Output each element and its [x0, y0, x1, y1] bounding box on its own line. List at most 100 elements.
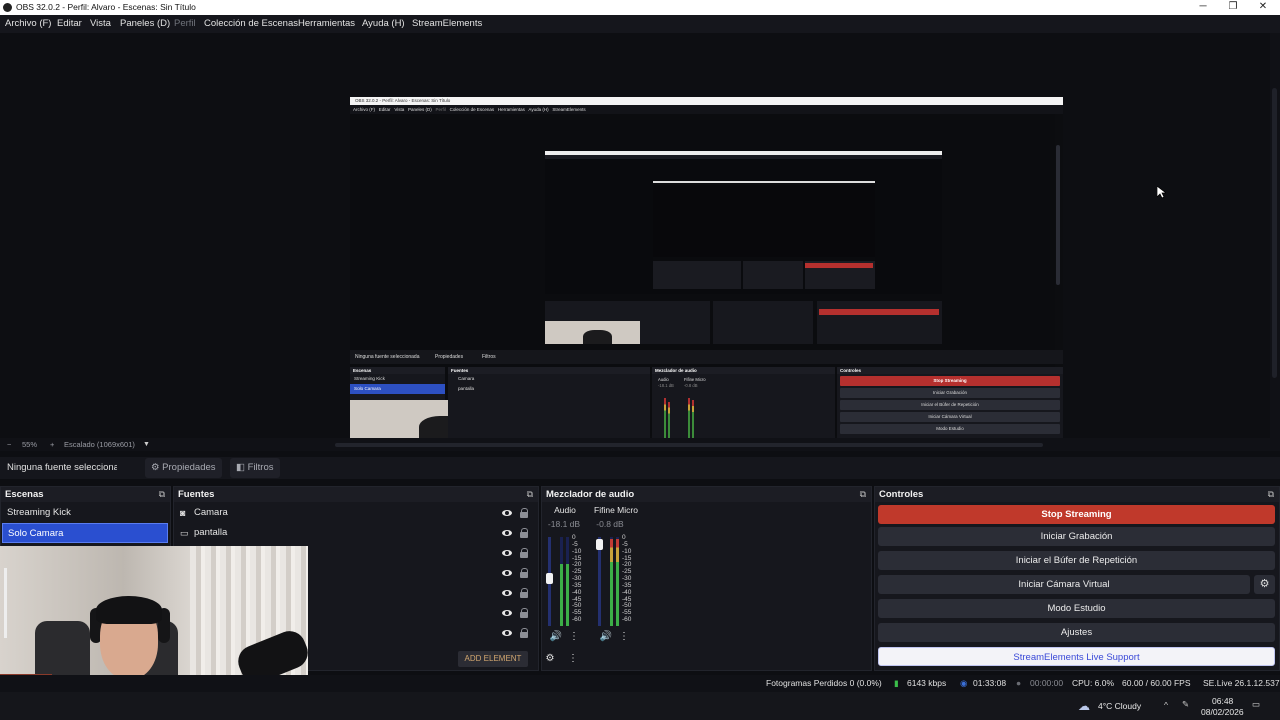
notification-icon[interactable]: ▭ [1252, 699, 1260, 710]
volume-fader-audio[interactable] [546, 573, 553, 584]
undock-icon[interactable]: ⧉ [159, 487, 165, 502]
studio-mode-button[interactable]: Modo Estudio [878, 599, 1275, 618]
menu-ayuda[interactable]: Ayuda (H) [362, 15, 405, 33]
capture-mixer-dock: Mezclador de audio Audio Fifine Micro -1… [652, 367, 835, 439]
capture-controls-dock: Controles Stop Streaming Iniciar Grabaci… [837, 367, 1063, 439]
channel-db-audio: -18.1 dB [547, 519, 581, 529]
level2-camera [545, 321, 640, 344]
channel-menu-icon[interactable]: ⋮ [616, 630, 632, 644]
capture-scene-item: Solo Camara [350, 384, 445, 394]
capture-source-item: Camara [458, 376, 475, 381]
source-item-pantalla[interactable]: ▭ pantalla [176, 523, 536, 543]
menu-archivo[interactable]: Archivo (F) [5, 15, 51, 33]
menu-vista[interactable]: Vista [90, 15, 111, 33]
visibility-eye-icon[interactable] [502, 608, 512, 618]
preview-horizontal-scrollbar[interactable] [335, 443, 1043, 447]
camera-icon: ◙ [180, 508, 186, 518]
lock-icon[interactable] [520, 508, 530, 518]
virtual-camera-settings-gear-icon[interactable]: ⚙ [1254, 575, 1275, 594]
undock-icon[interactable]: ⧉ [527, 487, 533, 502]
volume-slider-fifine[interactable] [598, 537, 601, 626]
weather-label[interactable]: 4°C Cloudy [1098, 701, 1141, 711]
level3-preview [653, 185, 875, 257]
lock-icon[interactable] [520, 588, 530, 598]
visibility-eye-icon[interactable] [502, 588, 512, 598]
controls-dock-title: Controles [879, 489, 924, 500]
clock-date[interactable]: 08/02/2026 [1201, 707, 1244, 717]
close-button[interactable]: ✕ [1248, 0, 1278, 15]
visibility-eye-icon[interactable] [502, 628, 512, 638]
capture-control-button: Stop Streaming [840, 376, 1060, 386]
scene-item-streaming-kick[interactable]: Streaming Kick [2, 503, 168, 523]
visibility-eye-icon[interactable] [502, 548, 512, 558]
lock-icon[interactable] [520, 548, 530, 558]
settings-button[interactable]: Ajustes [878, 623, 1275, 642]
level-meter-fill [566, 564, 569, 626]
tray-chevron-icon[interactable]: ^ [1164, 700, 1168, 710]
source-toolbar: Ninguna fuente seleccionada ⚙ Propiedade… [0, 457, 1280, 479]
scale-mode-dropdown-icon[interactable]: ▼ [143, 438, 150, 451]
lock-icon[interactable] [520, 608, 530, 618]
streamelements-support-button[interactable]: StreamElements Live Support [878, 647, 1275, 666]
capture-source-item: pantalla [458, 386, 475, 391]
mute-speaker-icon[interactable]: 🔊 [548, 630, 564, 644]
zoom-in-button[interactable]: + [50, 438, 54, 451]
zoom-out-button[interactable]: − [7, 438, 11, 451]
se-version: SE.Live 26.1.12.537 [1203, 678, 1280, 688]
volume-fader-fifine[interactable] [596, 539, 603, 550]
menu-perfil[interactable]: Perfil [174, 15, 196, 33]
maximize-button[interactable]: ❐ [1218, 0, 1248, 15]
mixer-dock-title: Mezclador de audio [546, 489, 635, 500]
mixer-settings-gear-icon[interactable]: ⚙ [542, 652, 558, 666]
level-meter-fifine-right [616, 537, 619, 626]
capture-dock-title: Escenas [350, 367, 445, 374]
status-bar: Fotogramas Perdidos 0 (0.0%) ▮ 6143 kbps… [0, 675, 1280, 692]
add-element-button[interactable]: ADD ELEMENT [458, 651, 528, 667]
mute-speaker-icon[interactable]: 🔊 [598, 630, 614, 644]
replay-buffer-button[interactable]: Iniciar el Búfer de Repetición [878, 551, 1275, 570]
menu-herramientas[interactable]: Herramientas [298, 15, 355, 33]
stop-streaming-button[interactable]: Stop Streaming [878, 505, 1275, 524]
menu-editar[interactable]: Editar [57, 15, 82, 33]
capture-sources-dock: Fuentes Camara pantalla [448, 367, 650, 439]
capture-dock-title: Mezclador de audio [652, 367, 835, 374]
window-title: OBS 32.0.2 - Perfil: Alvaro - Escenas: S… [16, 2, 196, 12]
cpu-usage: CPU: 6.0% [1072, 678, 1115, 688]
channel-menu-icon[interactable]: ⋮ [566, 630, 582, 644]
db-scale-tick: -60 [622, 616, 632, 624]
scene-item-solo-camara[interactable]: Solo Camara [2, 523, 168, 543]
visibility-eye-icon[interactable] [502, 508, 512, 518]
visibility-eye-icon[interactable] [502, 568, 512, 578]
preview-vertical-scrollbar[interactable] [1270, 33, 1280, 438]
lock-icon[interactable] [520, 528, 530, 538]
virtual-camera-button[interactable]: Iniciar Cámara Virtual [878, 575, 1250, 594]
capture-dock-title: Controles [837, 367, 1063, 374]
undock-icon[interactable]: ⧉ [860, 487, 866, 502]
clock-time[interactable]: 06:48 [1212, 696, 1233, 706]
start-recording-button[interactable]: Iniciar Grabación [878, 527, 1275, 546]
properties-label: Propiedades [162, 462, 216, 473]
lock-icon[interactable] [520, 628, 530, 638]
channel-name-fifine: Fifine Micro [594, 505, 638, 515]
filter-icon: ◧ [236, 462, 245, 473]
filters-button[interactable]: ◧ Filtros [230, 458, 280, 478]
scrollbar-thumb[interactable] [1272, 88, 1277, 378]
minimize-button[interactable]: ─ [1188, 0, 1218, 15]
source-item-camara[interactable]: ◙ Camara [176, 503, 536, 523]
visibility-eye-icon[interactable] [502, 528, 512, 538]
menu-streamelements[interactable]: StreamElements [412, 15, 482, 33]
level-meter-fill [610, 539, 613, 626]
properties-button[interactable]: ⚙ Propiedades [145, 458, 222, 478]
mixer-menu-icon[interactable]: ⋮ [565, 652, 581, 666]
level-meter-fifine-left [610, 537, 613, 626]
undock-icon[interactable]: ⧉ [1268, 487, 1274, 502]
filters-label: Filtros [247, 462, 274, 473]
zoom-level: 55% [22, 440, 38, 449]
pen-icon[interactable]: ✎ [1182, 699, 1189, 710]
menu-coleccion-escenas[interactable]: Colección de Escenas [204, 15, 298, 33]
lock-icon[interactable] [520, 568, 530, 578]
fps: 60.00 / 60.00 FPS [1122, 678, 1191, 688]
menu-paneles[interactable]: Paneles (D) [120, 15, 170, 33]
capture-menu: Archivo (F) Editar Vista Paneles (D) Per… [350, 105, 1063, 114]
scale-mode-label: Escalado (1069x601) [64, 440, 135, 449]
